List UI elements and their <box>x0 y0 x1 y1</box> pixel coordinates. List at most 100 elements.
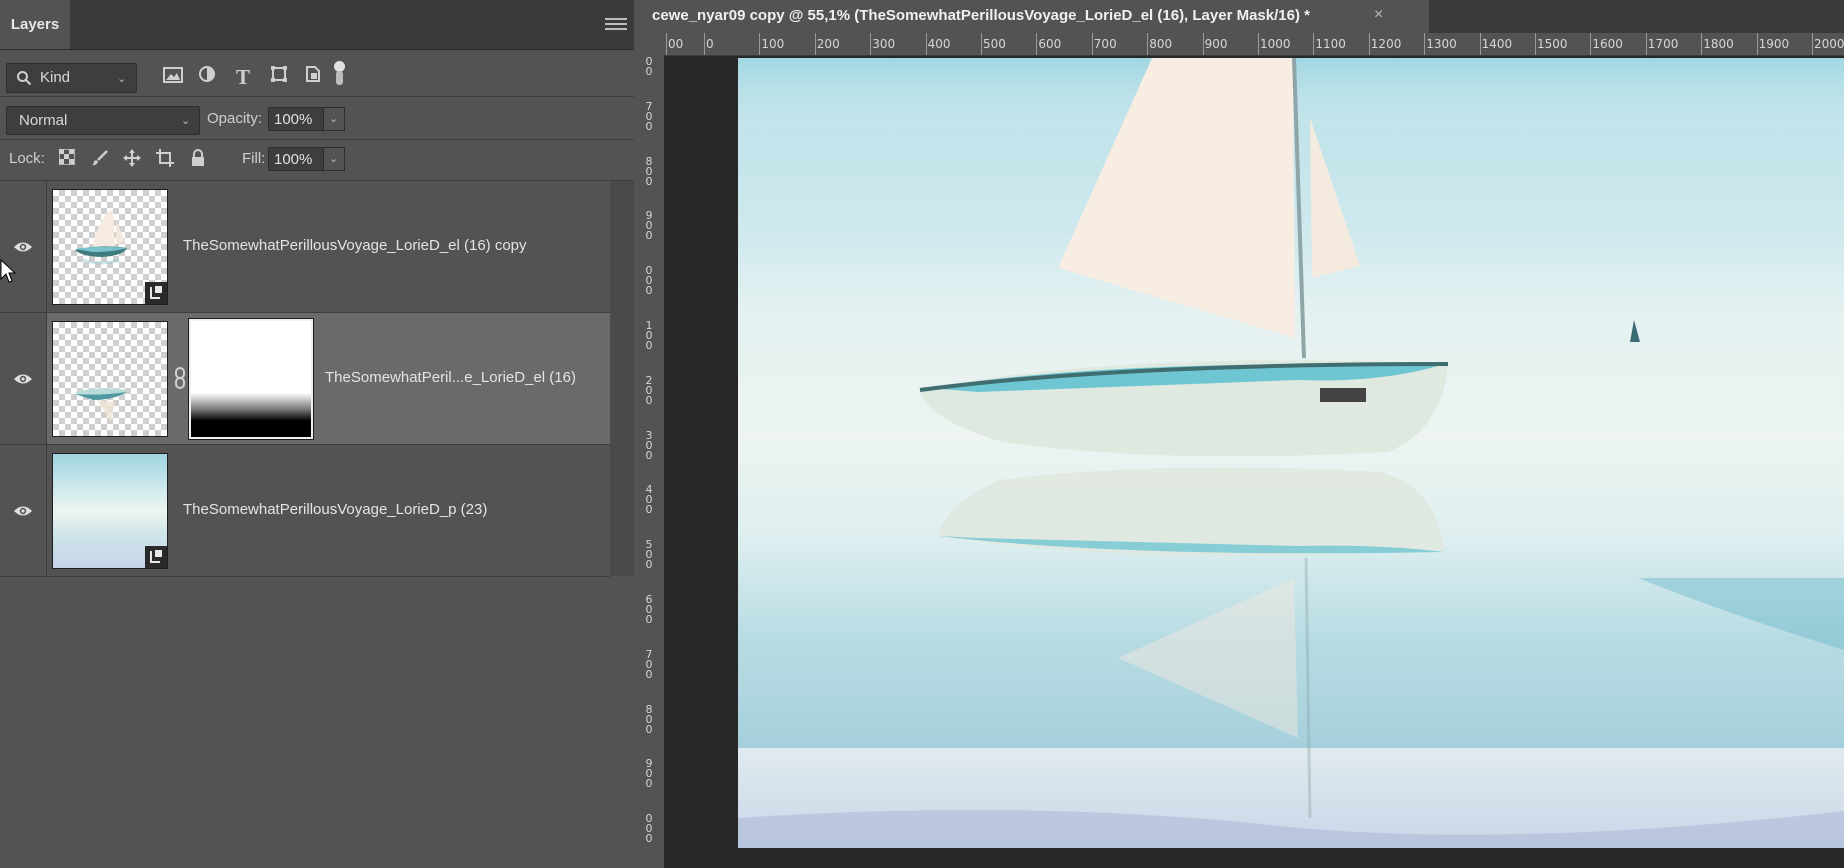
h-ruler-label: 400 <box>927 37 951 51</box>
h-ruler-tick <box>1258 33 1259 55</box>
layer-thumbnail[interactable] <box>52 189 168 305</box>
brush-icon[interactable] <box>89 149 111 171</box>
layer-thumbnail[interactable] <box>52 453 168 569</box>
move-icon[interactable] <box>121 149 143 171</box>
opacity-dropdown[interactable]: ⌄ <box>323 107 345 131</box>
blend-mode-value: Normal <box>19 112 68 129</box>
layer-mask-thumbnail[interactable] <box>188 318 314 440</box>
artboard-icon[interactable] <box>154 149 176 171</box>
h-ruler-tick <box>1701 33 1703 55</box>
h-ruler-tick <box>1036 33 1038 55</box>
layer-thumbnail[interactable] <box>52 321 168 437</box>
image-filter-icon[interactable] <box>160 64 186 90</box>
layer-row-selected[interactable]: TheSomewhatPeril...e_LorieD_el (16) <box>0 313 610 445</box>
h-ruler-label: 600 <box>1038 37 1062 51</box>
visibility-toggle[interactable] <box>0 313 47 444</box>
h-ruler-tick <box>1424 33 1426 55</box>
h-ruler-tick <box>1202 33 1204 55</box>
h-ruler-label: 100 <box>761 37 785 51</box>
v-ruler-label: 9 0 0 <box>645 209 653 243</box>
hamburger-icon[interactable] <box>605 18 627 32</box>
fill-dropdown[interactable]: ⌄ <box>323 147 345 171</box>
filter-label: Kind <box>40 69 71 86</box>
lock-label: Lock: <box>9 150 45 167</box>
chevron-down-icon: ⌄ <box>329 153 339 165</box>
h-ruler-tick <box>814 33 816 55</box>
h-ruler-label: 0 <box>706 37 714 51</box>
ruler-corner[interactable] <box>634 33 664 55</box>
smart-object-filter-icon[interactable] <box>300 64 326 90</box>
h-ruler-tick <box>981 33 982 55</box>
h-ruler-tick <box>1368 33 1370 55</box>
blend-mode-select[interactable]: Normal ⌄ <box>6 106 200 135</box>
close-icon[interactable]: × <box>1374 6 1383 24</box>
h-ruler-label: 1700 <box>1647 37 1679 51</box>
h-ruler-tick <box>925 33 927 55</box>
visibility-toggle[interactable] <box>0 445 47 576</box>
h-ruler-label: 1900 <box>1758 37 1790 51</box>
h-ruler-tick <box>704 33 705 55</box>
chevron-down-icon: ⌄ <box>181 115 191 127</box>
fill-field[interactable]: 100% <box>268 147 324 171</box>
h-ruler-label: 1100 <box>1315 37 1346 51</box>
panel-tab-bar: Layers <box>0 0 634 50</box>
h-ruler-label: 2000 <box>1814 37 1844 51</box>
filter-toggle-icon[interactable] <box>333 61 345 87</box>
h-ruler-tick <box>870 33 872 55</box>
v-ruler-label: 0 0 0 <box>645 264 653 298</box>
type-filter-icon[interactable]: T <box>230 64 256 90</box>
layers-panel: Layers Kind ⌄ T Normal ⌄ Opacity: 100% ⌄… <box>0 0 634 868</box>
divider <box>0 96 634 97</box>
visibility-toggle[interactable] <box>0 181 47 312</box>
search-icon <box>17 71 32 86</box>
divider <box>0 139 634 140</box>
document-tab[interactable]: cewe_nyar09 copy @ 55,1% (TheSomewhatPer… <box>634 0 1429 33</box>
smart-object-badge-icon <box>145 546 167 568</box>
layer-row[interactable]: TheSomewhatPerillousVoyage_LorieD_el (16… <box>0 181 610 313</box>
layer-name[interactable]: TheSomewhatPeril...e_LorieD_el (16) <box>325 369 576 386</box>
h-ruler-label: 800 <box>1149 37 1173 51</box>
layers-scrollbar[interactable] <box>610 181 634 576</box>
mouse-cursor-icon <box>0 259 16 283</box>
lock-icon[interactable] <box>187 149 209 171</box>
h-ruler-tick <box>1590 33 1592 55</box>
layer-name[interactable]: TheSomewhatPerillousVoyage_LorieD_el (16… <box>183 237 527 254</box>
h-ruler-label: 500 <box>983 37 1006 51</box>
opacity-label: Opacity: <box>207 110 263 127</box>
h-ruler-tick <box>666 33 667 55</box>
canvas[interactable] <box>664 56 1844 868</box>
v-ruler-label: 7 0 0 <box>645 647 653 681</box>
document-image[interactable] <box>738 58 1844 848</box>
eye-icon <box>14 506 32 516</box>
tab-layers[interactable]: Layers <box>0 0 70 49</box>
h-ruler-label: 00 <box>668 37 684 51</box>
layer-name[interactable]: TheSomewhatPerillousVoyage_LorieD_p (23) <box>183 501 487 518</box>
horizontal-ruler[interactable]: 00 0 100 200 300 400 500 600 700 800 900 1000 1100 12… <box>664 33 1844 56</box>
chain-link-icon[interactable] <box>173 367 187 389</box>
document-tab-bar: cewe_nyar09 copy @ 55,1% (TheSomewhatPer… <box>634 0 1844 33</box>
h-ruler-tick <box>1812 33 1813 55</box>
h-ruler-tick <box>1535 33 1536 55</box>
vertical-ruler[interactable]: 6 0 0 7 0 0 8 0 0 9 0 0 0 0 0 1 0 0 2 0 0 3 0 0… <box>634 55 665 868</box>
v-ruler-label: 6 0 0 <box>645 593 653 626</box>
adjustment-filter-icon[interactable] <box>194 64 220 90</box>
shape-filter-icon[interactable] <box>266 64 292 90</box>
sailboat-artwork <box>738 58 1844 848</box>
v-ruler-label: 3 0 0 <box>645 428 653 462</box>
layer-row[interactable]: TheSomewhatPerillousVoyage_LorieD_p (23) <box>0 445 610 577</box>
eye-icon <box>14 242 32 252</box>
checkerboard-icon[interactable] <box>56 148 78 171</box>
h-ruler-label: 1800 <box>1703 37 1734 51</box>
h-ruler-tick <box>1479 33 1481 55</box>
h-ruler-label: 300 <box>872 37 896 51</box>
h-ruler-label: 1500 <box>1537 37 1568 51</box>
v-ruler-label: 6 0 0 <box>645 55 653 78</box>
v-ruler-label: 8 0 0 <box>645 702 653 736</box>
v-ruler-label: 2 0 0 <box>645 373 653 407</box>
layer-filter-select[interactable]: Kind ⌄ <box>6 63 137 93</box>
h-ruler-tick <box>1756 33 1758 55</box>
opacity-field[interactable]: 100% <box>268 107 324 131</box>
fill-label: Fill: <box>242 150 266 167</box>
v-ruler-label: 9 0 0 <box>645 757 653 791</box>
smart-object-badge-icon <box>145 282 167 304</box>
